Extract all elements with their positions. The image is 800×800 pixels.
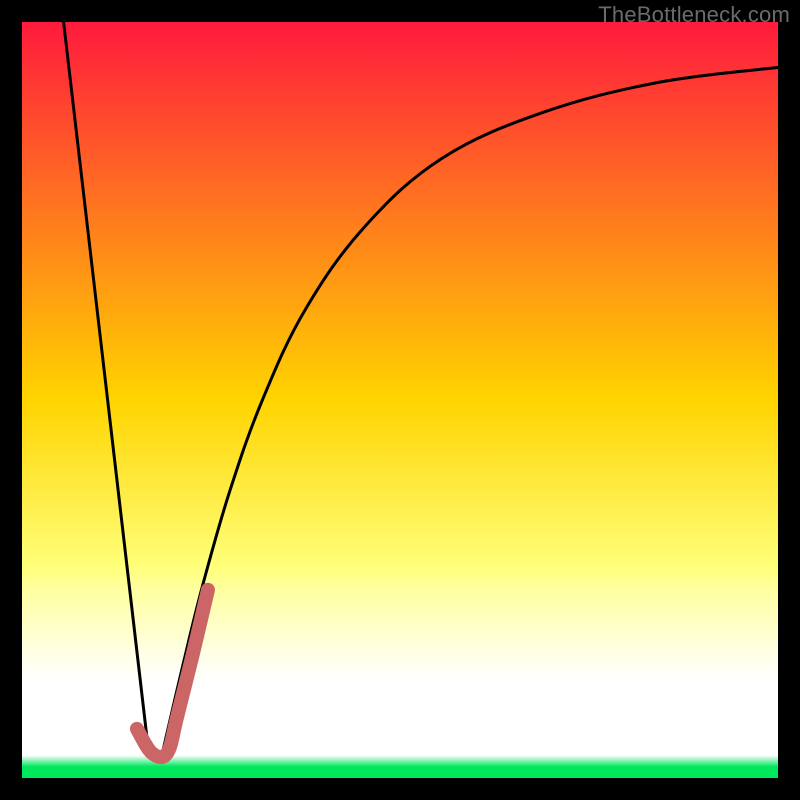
- gradient-background: [22, 22, 778, 778]
- watermark-text: TheBottleneck.com: [598, 2, 790, 28]
- chart-frame: TheBottleneck.com: [0, 0, 800, 800]
- chart-plot: [22, 22, 778, 778]
